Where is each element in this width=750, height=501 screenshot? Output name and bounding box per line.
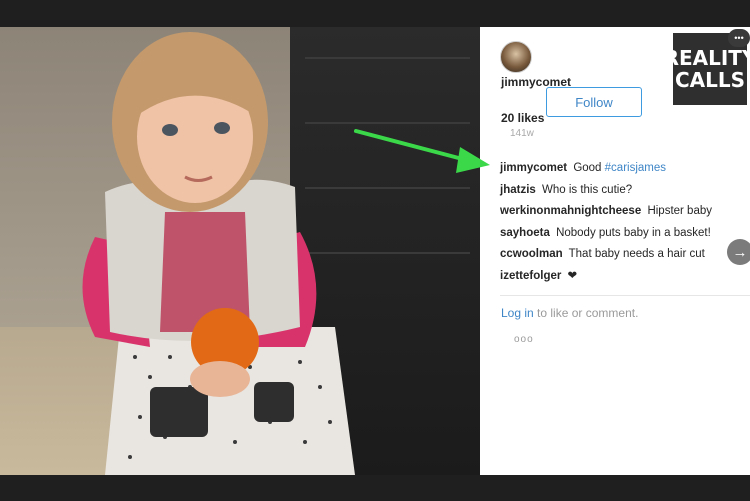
comment-username[interactable]: jhatzis xyxy=(500,184,536,196)
comment-item: izettefolger ❤ xyxy=(500,268,750,290)
child-photo xyxy=(82,32,355,475)
chevron-right-icon[interactable]: → xyxy=(727,239,750,265)
comment-hashtag[interactable]: #carisjames xyxy=(605,162,666,174)
post-photo xyxy=(0,27,480,475)
comment-text: Hipster baby xyxy=(647,205,712,217)
login-link[interactable]: Log in xyxy=(501,306,534,320)
comment-text: That baby needs a hair cut xyxy=(568,248,705,260)
comment-username[interactable]: jimmycomet xyxy=(500,162,567,174)
comment-item: sayhoeta Nobody puts baby in a basket! xyxy=(500,225,750,247)
comment-text: Who is this cutie? xyxy=(542,183,633,196)
login-prompt: Log in to like or comment. xyxy=(501,306,638,320)
comment-username[interactable]: werkinonmahnightcheese xyxy=(500,205,641,217)
dress-pocket xyxy=(150,387,208,437)
comment-item: jimmycomet Good #carisjames xyxy=(500,160,750,182)
logo-line-2: CALLS xyxy=(674,68,746,92)
comment-item: ccwoolman That baby needs a hair cut xyxy=(500,246,750,268)
logo-line-1: REALITY xyxy=(663,46,750,70)
comment-username[interactable]: ccwoolman xyxy=(500,248,563,260)
more-dots-icon[interactable]: ••• xyxy=(728,29,750,47)
green-arrow-icon xyxy=(354,129,490,173)
likes-count[interactable]: 20 likes xyxy=(501,111,544,125)
heart-icon: ❤ xyxy=(567,269,578,282)
video-frame: jimmycomet Follow 20 likes 141w jimmycom… xyxy=(0,0,750,501)
more-options-icon[interactable]: ooo xyxy=(514,334,534,345)
post-timestamp: 141w xyxy=(510,128,534,139)
comment-item: werkinonmahnightcheese Hipster baby xyxy=(500,203,750,225)
comments-list: jimmycomet Good #carisjames jhatzis Who … xyxy=(500,160,750,289)
login-prompt-text: to like or comment. xyxy=(537,306,639,320)
comment-item: jhatzis Who is this cutie? xyxy=(500,182,750,204)
comment-text: Good xyxy=(573,162,602,174)
comment-username[interactable]: izettefolger xyxy=(500,270,561,282)
comment-text: Nobody puts baby in a basket! xyxy=(556,226,711,239)
divider xyxy=(500,295,750,296)
comment-username[interactable]: sayhoeta xyxy=(500,227,550,239)
follow-button[interactable]: Follow xyxy=(546,87,642,117)
avatar[interactable] xyxy=(500,41,532,73)
